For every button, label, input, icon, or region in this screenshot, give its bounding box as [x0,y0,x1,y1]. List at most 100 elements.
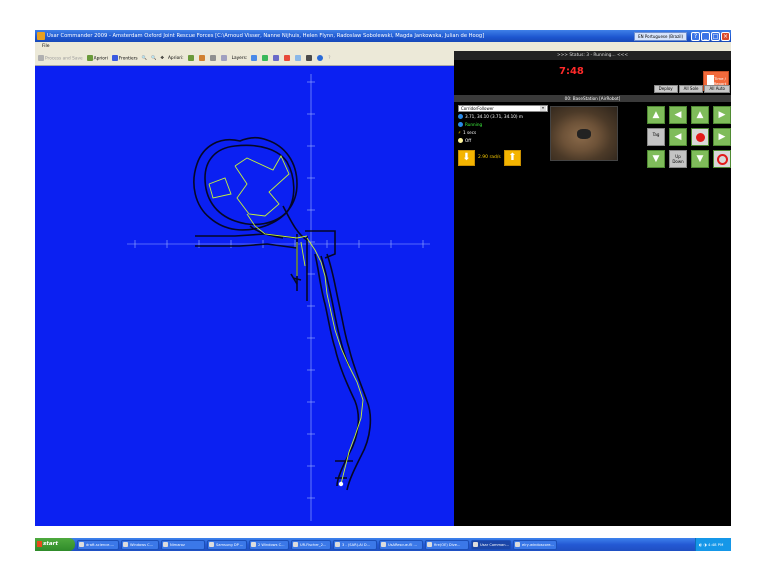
tag-button[interactable]: Tag [647,128,665,146]
behavior-value: CorridorFollower [461,106,494,111]
menu-file[interactable]: File [42,44,50,49]
deploy-buttons: Deploy All Sole All Auto [653,85,730,93]
layer-path-icon[interactable] [262,55,269,61]
arrow-down-icon: ⬇ [462,152,471,163]
up-down-button[interactable]: Up Down [669,150,687,168]
all-sole-button[interactable]: All Sole [678,85,704,93]
help-icon[interactable]: ? [328,56,330,61]
layer-robots-icon[interactable] [251,55,258,61]
frontiers-label: Frontiers [118,56,138,62]
apriori-label: Apriori [93,56,108,62]
taskbar-task[interactable]: Nimaroz [161,539,205,550]
frontiers-button[interactable]: Frontiers [111,54,138,62]
process-and-save-button[interactable]: Process and Save [38,54,83,62]
robot-header: 00: BaseStation [AirRobot] [454,95,731,102]
tray-icons[interactable]: ◐ ◑ [699,542,708,547]
save-icon [38,54,44,61]
time-row: ⚡ 1 secs [458,130,476,135]
map-toolbar: Process and Save Apriori Frontiers 🔍 🔍 ✥… [35,51,454,66]
process-and-save-label: Process and Save [45,56,83,62]
speed-value: 2.90 rad/s [478,155,501,160]
light-value: Off [465,138,472,143]
arrow-left-icon: ◀ [674,110,682,120]
taskbar-task[interactable]: draft-science-... [77,539,119,550]
abort-button[interactable] [713,150,731,168]
start-button[interactable]: start [35,538,75,551]
layer-globe-icon[interactable] [317,55,324,61]
robot-marker[interactable] [338,481,344,487]
turn-left-up-button[interactable]: ▲ [647,106,665,124]
taskbar: start draft-science-... Windows C... Nimar… [35,538,731,551]
layer-victims-icon[interactable] [273,55,280,61]
taskbar-task[interactable]: 3 - (SAR)-AI D... [333,539,377,550]
position-value: 3.71, 34.10 (3.71, 34.10) m [465,114,523,119]
layer-comms-icon[interactable] [295,55,302,61]
state-row: Running [458,122,482,127]
turn-left-button[interactable]: ◀ [669,128,687,146]
map-axes [127,74,430,521]
status-bar: >>> Status: 3 - Running... <<< [454,51,731,60]
taskbar-task[interactable]: UsARescue-fll ... [379,539,423,550]
layer-hazards-icon[interactable] [284,55,291,61]
robot-path [208,155,364,485]
behavior-select[interactable]: CorridorFollower ▾ [458,105,548,112]
stop-button[interactable] [691,128,709,146]
map-walls [193,136,372,491]
all-auto-button[interactable]: All Auto [704,85,730,93]
window-title-bar: Usar Commander 2009 - Amsterdam Oxford J… [35,30,731,42]
maximize-button[interactable]: □ [711,31,720,41]
mission-timer: 7:48 [559,66,584,77]
turn-right-button[interactable]: ▶ [713,128,731,146]
apriori-dropdown-label: Apriori: [167,55,184,61]
right-button[interactable]: ▶ [713,106,731,124]
taskbar-task[interactable]: fire(OE) Dive... [425,539,469,550]
deploy-button[interactable]: Deploy [653,85,678,93]
arrow-down-icon: ▼ [696,154,704,164]
timer-row: 7:48 Time / Report [454,60,731,91]
speed-up-button[interactable]: ⬆ [504,150,521,166]
clock: 4:48 PM [708,542,724,547]
help-button[interactable]: ? [691,31,700,41]
frontiers-icon [111,54,118,61]
minimize-button[interactable]: _ [701,31,710,41]
close-button[interactable]: × [721,31,730,41]
lightning-icon: ⚡ [458,130,461,135]
layer-camera-icon[interactable] [306,55,313,61]
apriori-button[interactable]: Apriori [86,54,108,62]
state-value: Running [465,122,483,127]
arrow-up-icon: ⬆ [508,152,517,163]
speed-down-button[interactable]: ⬇ [458,150,475,166]
map-icon [86,54,93,61]
down-button[interactable]: ▼ [647,150,665,168]
backward-button[interactable]: ▼ [691,150,709,168]
arrow-up-icon: ▲ [696,110,704,120]
apriori-edit-icon[interactable] [198,55,205,61]
arrow-right-icon: ▶ [718,132,726,142]
taskbar-task[interactable]: Windows C... [121,539,159,550]
taskbar-task[interactable]: Usar Comman... [471,539,511,550]
taskbar-task[interactable]: 2 Windows C... [249,539,289,550]
up-down-label-2: Down [672,159,684,164]
forward-button[interactable]: ▲ [691,106,709,124]
apriori-map-icon[interactable] [187,55,194,61]
zoom-in-icon[interactable]: 🔍 [142,56,147,61]
globe-icon [458,114,463,119]
language-indicator[interactable]: EN Portuguese (Brazil) [634,31,687,41]
taskbar-task[interactable]: Samsung DP ... [207,539,247,550]
map-canvas[interactable] [35,66,454,526]
position-row: 3.71, 34.10 (3.71, 34.10) m [458,114,523,119]
left-button[interactable]: ◀ [669,106,687,124]
map-view[interactable] [35,66,454,526]
taskbar-task[interactable]: elry-windoscore... [513,539,557,550]
pan-icon[interactable]: ✥ [160,56,164,61]
apriori-grid-icon[interactable] [209,55,216,61]
zoom-out-icon[interactable]: 🔍 [151,56,156,61]
camera-feed [550,106,618,161]
app-icon [37,32,45,40]
apriori-clear-icon[interactable] [220,55,227,61]
taskbar-task[interactable]: UR-Fischer_2... [291,539,331,550]
menu-bar: File [35,42,731,51]
chevron-down-icon[interactable]: ▾ [540,106,546,111]
tag-label: Tag [652,132,660,137]
taskbar-tasks: draft-science-... Windows C... Nimaroz Sams… [75,539,695,550]
